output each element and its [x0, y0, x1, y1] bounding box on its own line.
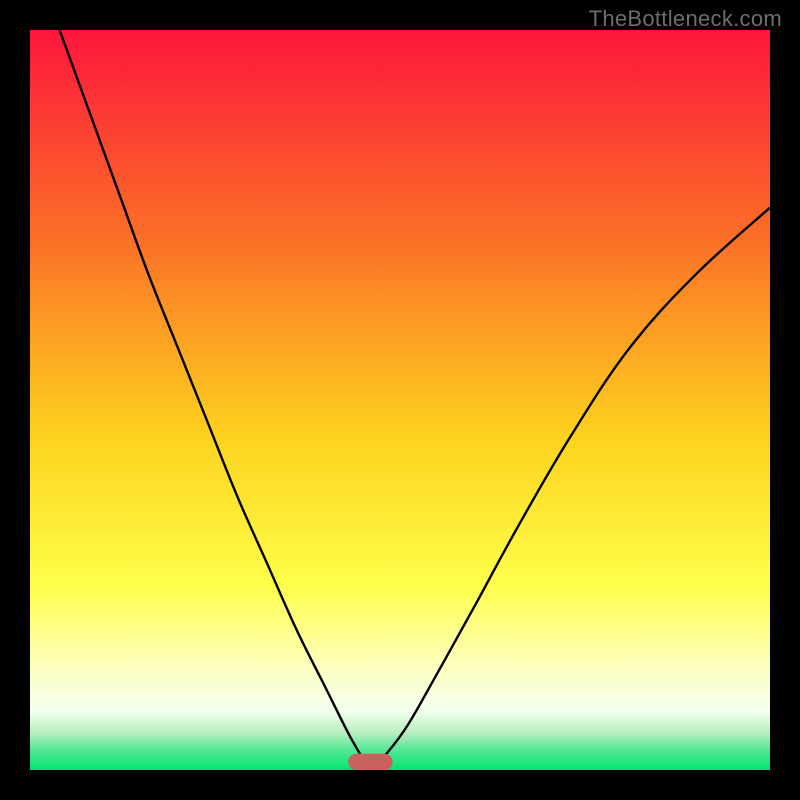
bottleneck-chart: [0, 0, 800, 800]
chart-frame: TheBottleneck.com: [0, 0, 800, 800]
optimal-marker: [348, 754, 392, 770]
watermark-text: TheBottleneck.com: [589, 6, 782, 32]
plot-background: [30, 30, 770, 770]
